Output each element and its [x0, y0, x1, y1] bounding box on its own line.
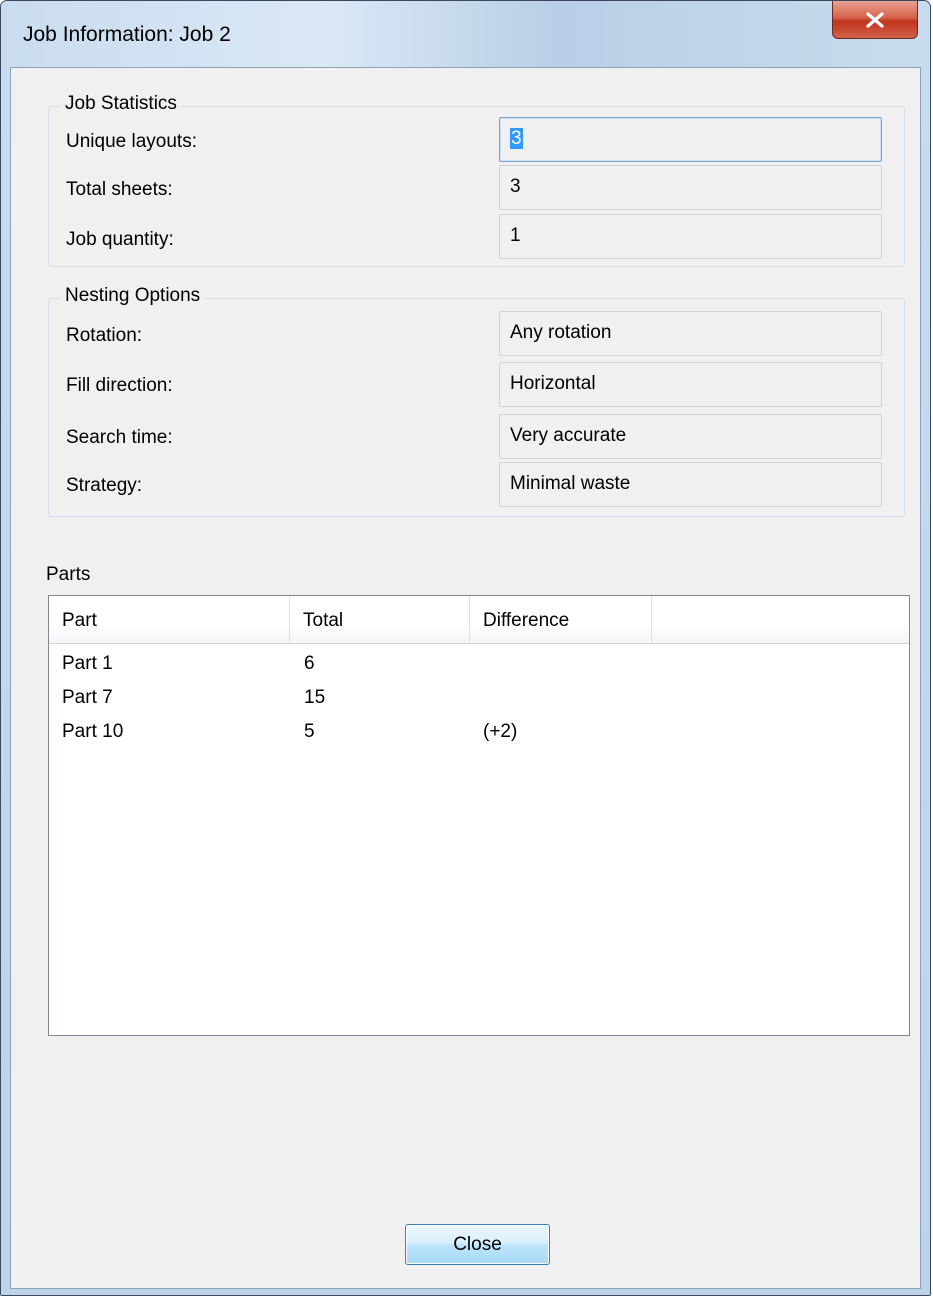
part-total-cell: 15 — [304, 687, 326, 708]
table-row[interactable]: Part 7 15 — [49, 687, 909, 721]
strategy-field[interactable]: Minimal waste — [499, 462, 882, 507]
parts-label: Parts — [46, 564, 91, 585]
part-difference-cell: (+2) — [483, 721, 518, 742]
close-button[interactable]: Close — [405, 1224, 550, 1265]
unique-layouts-value: 3 — [510, 128, 523, 149]
column-header-filler — [652, 596, 909, 643]
parts-list-header: Part Total Difference — [49, 596, 909, 644]
dialog-client-area: Job Statistics Unique layouts: 3 Total s… — [10, 67, 921, 1289]
column-header-difference[interactable]: Difference — [470, 596, 652, 643]
window-close-button[interactable] — [832, 1, 918, 39]
window-title: Job Information: Job 2 — [23, 23, 231, 46]
rotation-label: Rotation: — [66, 325, 143, 346]
total-sheets-label: Total sheets: — [66, 179, 173, 200]
strategy-label: Strategy: — [66, 475, 143, 496]
unique-layouts-label: Unique layouts: — [66, 131, 197, 152]
fill-direction-label: Fill direction: — [66, 375, 173, 396]
close-button-label: Close — [453, 1233, 502, 1255]
job-quantity-label: Job quantity: — [66, 229, 174, 250]
part-name-cell: Part 1 — [62, 653, 113, 674]
search-time-field[interactable]: Very accurate — [499, 414, 882, 459]
table-row[interactable]: Part 1 6 — [49, 653, 909, 687]
table-row[interactable]: Part 10 5 (+2) — [49, 721, 909, 755]
nesting-options-title: Nesting Options — [61, 285, 205, 307]
job-statistics-title: Job Statistics — [61, 93, 181, 115]
close-icon — [866, 11, 884, 28]
part-name-cell: Part 7 — [62, 687, 113, 708]
nesting-options-group: Nesting Options Rotation: Any rotation F… — [48, 285, 905, 517]
fill-direction-field[interactable]: Horizontal — [499, 362, 882, 407]
total-sheets-field[interactable]: 3 — [499, 165, 882, 210]
part-total-cell: 5 — [304, 721, 315, 742]
title-bar[interactable]: Job Information: Job 2 — [1, 1, 930, 77]
job-statistics-group: Job Statistics Unique layouts: 3 Total s… — [48, 93, 905, 267]
rotation-field[interactable]: Any rotation — [499, 311, 882, 356]
job-quantity-field[interactable]: 1 — [499, 214, 882, 259]
parts-list[interactable]: Part Total Difference Part 1 6 Part 7 15… — [48, 595, 910, 1036]
part-name-cell: Part 10 — [62, 721, 124, 742]
dialog-window: Job Information: Job 2 Job Statistics Un… — [0, 0, 931, 1296]
search-time-label: Search time: — [66, 427, 173, 448]
part-total-cell: 6 — [304, 653, 315, 674]
column-header-part[interactable]: Part — [49, 596, 290, 643]
unique-layouts-field[interactable]: 3 — [499, 117, 882, 162]
column-header-total[interactable]: Total — [290, 596, 470, 643]
